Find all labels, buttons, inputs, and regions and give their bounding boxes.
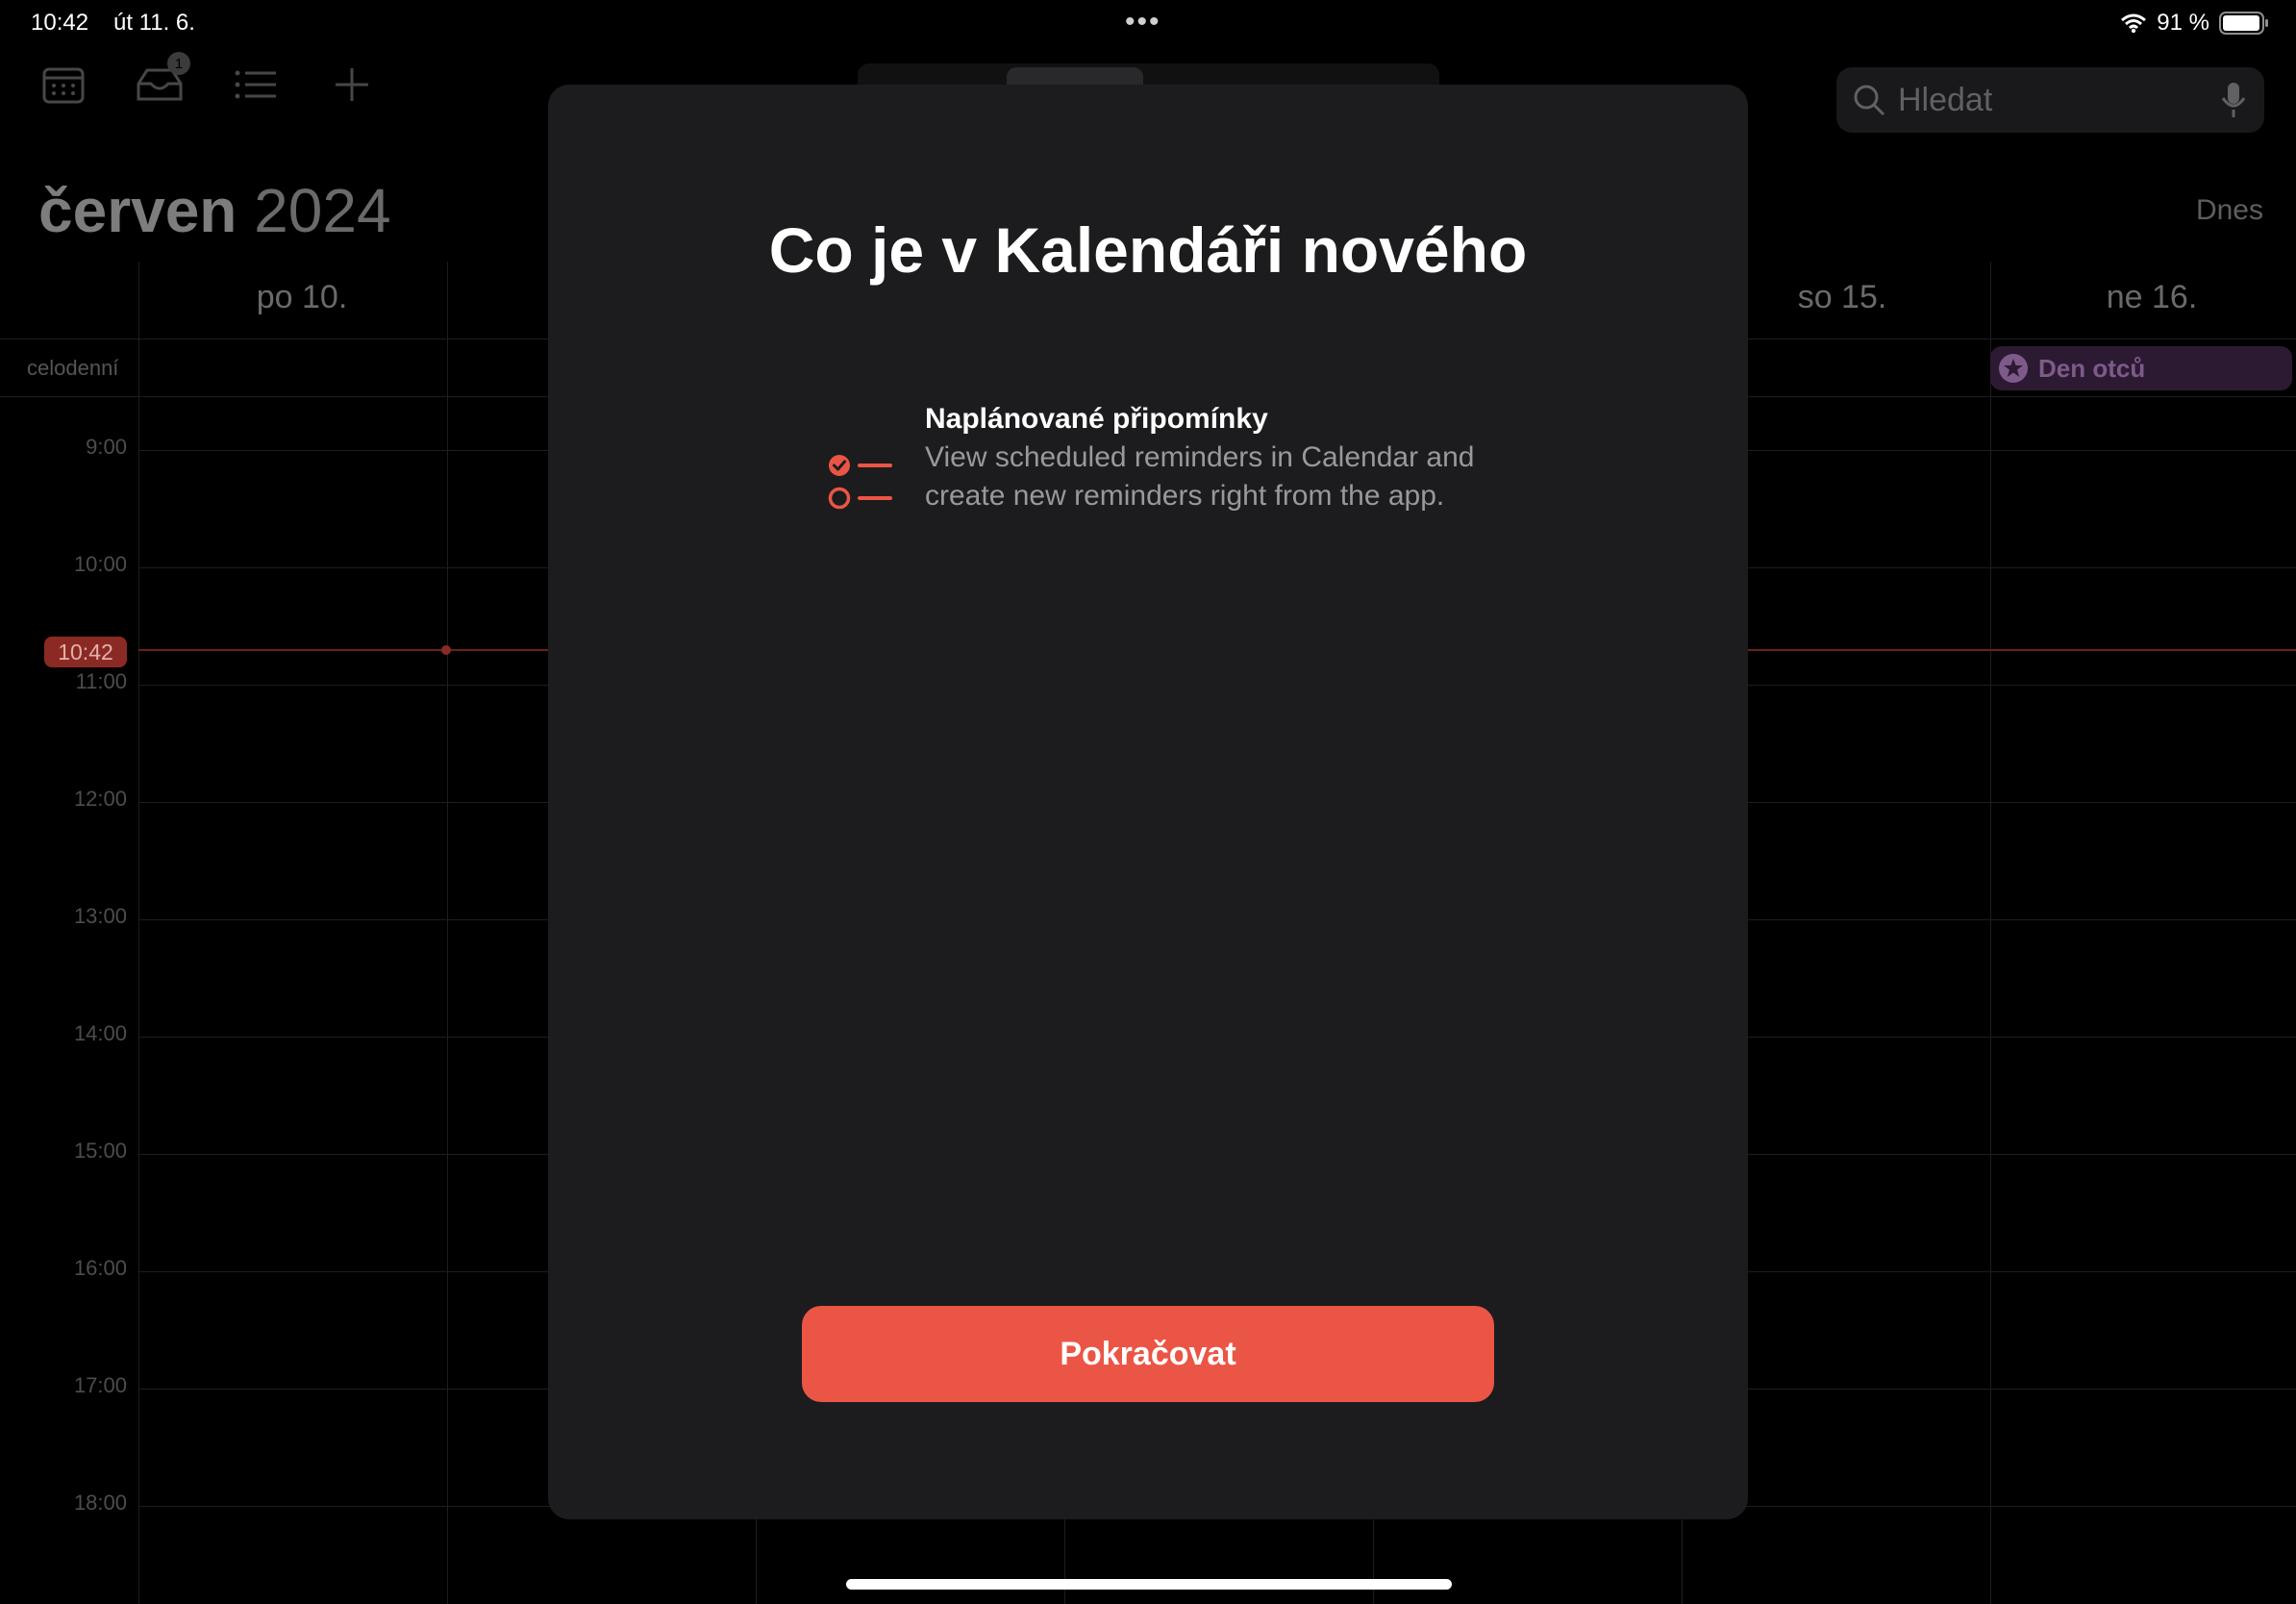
continue-button[interactable]: Pokračovat [802,1306,1494,1402]
hour-label: 11:00 [75,669,127,693]
hour-label: 13:00 [73,904,127,928]
current-time-dot [441,645,451,655]
wifi-icon [2121,13,2147,34]
event-label: Den otců [2038,353,2146,383]
status-date: út 11. 6. [113,10,195,36]
microphone-icon[interactable] [2220,81,2247,119]
day-column-divider [138,262,139,1604]
inbox-badge: 1 [167,52,190,75]
star-icon [1999,354,2028,383]
sheet-title: Co je v Kalendáři nového [768,214,1528,286]
list-icon [235,70,276,99]
hour-label: 18:00 [73,1491,127,1515]
reminders-list-icon [827,448,894,515]
hour-label: 16:00 [73,1256,127,1280]
multitasking-dots-icon[interactable]: ••• [1125,6,1161,38]
hour-label: 15:00 [73,1139,127,1163]
search-placeholder: Hledat [1898,81,1993,118]
day-column-divider [447,262,448,1604]
calendar-icon [42,67,85,104]
feature-text: Naplánované připomínky View scheduled re… [925,400,1502,515]
month-title: červen 2024 [38,175,391,246]
toolbar: 1 [38,52,377,110]
hour-label: 10:00 [73,552,127,576]
today-button[interactable]: Dnes [2196,194,2263,227]
day-column-divider [1990,262,1991,1604]
status-right: 91 % [2120,10,2269,37]
home-indicator[interactable] [846,1579,1452,1590]
hour-label: 12:00 [73,787,127,811]
current-time-line [138,649,548,651]
search-icon [1854,85,1885,116]
feature-description: View scheduled reminders in Calendar and… [925,441,1475,512]
battery-icon [2219,12,2268,35]
allday-event[interactable]: Den otců [1990,346,2292,390]
inbox-button[interactable]: 1 [135,52,190,110]
day-header-monday[interactable]: po 10. [148,279,456,316]
hour-label: 9:00 [86,435,127,459]
status-bar: 10:42 út 11. 6. ••• 91 % [0,0,2296,46]
calendars-button[interactable] [38,60,88,110]
battery-percent: 91 % [2157,10,2209,36]
hour-label: 17:00 [73,1373,127,1397]
add-event-button[interactable] [327,60,377,110]
search-field[interactable]: Hledat [1836,67,2264,133]
year-label: 2024 [254,176,391,245]
whats-new-sheet: Co je v Kalendáři nového Naplánované při… [548,85,1748,1519]
list-view-button[interactable] [231,60,281,110]
status-time: 10:42 [31,10,89,36]
current-time-badge: 10:42 [44,637,127,667]
plus-icon [336,68,368,101]
continue-button-label: Pokračovat [1060,1335,1236,1372]
current-time-line [1748,649,2296,651]
hour-label: 14:00 [73,1021,127,1045]
day-header-sunday[interactable]: ne 16. [1998,279,2296,316]
feature-title: Naplánované připomínky [925,403,1268,435]
allday-label: celodenní [27,356,119,380]
month-name: červen [38,176,237,245]
